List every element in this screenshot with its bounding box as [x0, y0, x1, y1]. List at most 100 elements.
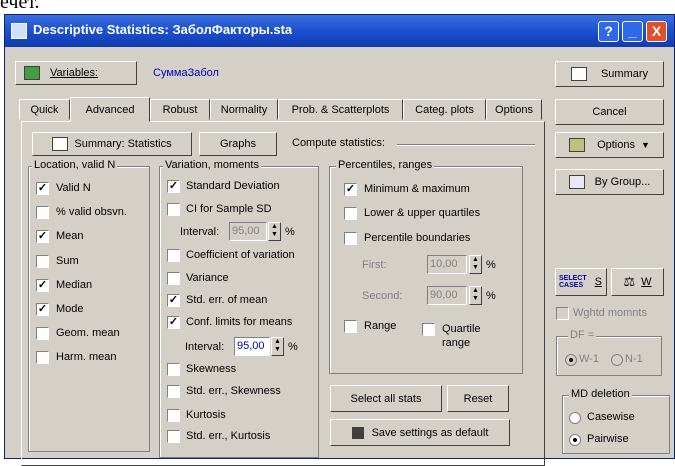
title-bar[interactable]: Descriptive Statistics: ЗаболФакторы.sta…	[5, 15, 674, 47]
interval2-spinner[interactable]: ▲ ▼	[271, 337, 284, 356]
df-w1-radio[interactable]	[565, 354, 577, 366]
first-spinner[interactable]: ▲ ▼	[469, 255, 482, 274]
advanced-tab-panel: Summary: Statistics Graphs Compute stati…	[21, 121, 545, 466]
df-n1-label: N-1	[625, 353, 643, 365]
std-err-mean-label: Std. err. of mean	[186, 294, 268, 306]
graphs-button[interactable]: Graphs	[199, 132, 277, 156]
variance-label: Variance	[186, 272, 229, 284]
variation-group-title: Variation, moments	[163, 159, 261, 171]
std-err-kurt-checkbox[interactable]	[167, 430, 180, 443]
sum-label: Sum	[56, 255, 79, 267]
tab-normality[interactable]: Normality	[210, 99, 278, 120]
pairwise-label: Pairwise	[587, 433, 629, 445]
interval2-field[interactable]: 95,00	[234, 337, 270, 356]
summary-label: Summary	[600, 68, 649, 80]
sum-checkbox[interactable]	[36, 255, 49, 268]
window-title: Descriptive Statistics: ЗаболФакторы.sta	[33, 22, 293, 37]
variables-button-label: Variables:	[50, 67, 99, 79]
weight-button[interactable]: ⚖ W	[611, 268, 664, 296]
app-icon	[11, 23, 27, 39]
summary-statistics-button[interactable]: Summary: Statistics	[32, 132, 192, 156]
close-button[interactable]: X	[646, 21, 667, 42]
options-button[interactable]: Options ▼	[555, 132, 664, 158]
second-percent: %	[486, 290, 496, 302]
second-field[interactable]: 90,00	[427, 286, 467, 305]
median-checkbox[interactable]: ✓	[36, 279, 49, 292]
weighted-moments-label: Wghtd momnts	[573, 307, 647, 319]
tab-prob-scatterplots[interactable]: Prob. & Scatterplots	[278, 99, 403, 120]
options-label: Options	[597, 139, 635, 151]
first-field[interactable]: 10,00	[427, 255, 467, 274]
select-all-stats-button[interactable]: Select all stats	[330, 385, 442, 412]
minimize-button[interactable]: _	[622, 21, 643, 42]
by-group-label: By Group...	[594, 176, 651, 188]
variables-icon	[24, 66, 40, 80]
weight-w-label: W	[641, 276, 652, 288]
options-icon	[569, 138, 586, 152]
summary-statistics-label: Summary: Statistics	[74, 138, 172, 150]
tab-robust[interactable]: Robust	[150, 99, 210, 120]
std-err-skew-checkbox[interactable]	[167, 385, 180, 398]
quartiles-checkbox[interactable]	[344, 207, 357, 220]
std-err-kurt-label: Std. err., Kurtosis	[186, 430, 271, 442]
cancel-button[interactable]: Cancel	[555, 99, 664, 125]
valid-n-checkbox[interactable]: ✓	[36, 182, 49, 195]
mean-checkbox[interactable]: ✓	[36, 230, 49, 243]
minmax-label: Minimum & maximum	[364, 183, 470, 195]
percentile-boundaries-label: Percentile boundaries	[364, 232, 471, 244]
std-err-mean-checkbox[interactable]: ✓	[167, 294, 180, 307]
interval2-percent: %	[288, 341, 298, 353]
by-group-button[interactable]: By Group...	[555, 169, 664, 195]
tab-options[interactable]: Options	[486, 99, 542, 120]
range-label: Range	[364, 320, 397, 332]
compute-statistics-label: Compute statistics:	[292, 137, 385, 149]
save-settings-button[interactable]: Save settings as default	[330, 419, 510, 446]
percentile-boundaries-checkbox[interactable]	[344, 232, 357, 245]
pct-valid-label: % valid obsvn.	[56, 206, 127, 218]
coef-var-label: Coefficient of variation	[186, 249, 295, 261]
quartile-range-checkbox[interactable]	[422, 323, 435, 336]
geom-mean-checkbox[interactable]	[36, 327, 49, 340]
summary-button[interactable]: Summary	[555, 61, 664, 87]
skewness-checkbox[interactable]	[167, 363, 180, 376]
select-cases-text-1: SELECT	[559, 275, 587, 282]
quartiles-label: Lower & upper quartiles	[364, 207, 481, 219]
std-dev-checkbox[interactable]: ✓	[167, 180, 180, 193]
kurtosis-label: Kurtosis	[186, 409, 226, 421]
by-group-icon	[568, 175, 585, 189]
casewise-radio[interactable]	[569, 412, 581, 424]
tab-advanced[interactable]: Advanced	[70, 97, 150, 122]
tab-categ-plots[interactable]: Categ. plots	[403, 99, 486, 120]
interval1-field[interactable]: 95,00	[229, 222, 267, 241]
pct-valid-checkbox[interactable]	[36, 206, 49, 219]
md-deletion-title: MD deletion	[569, 388, 632, 400]
ci-sd-label: CI for Sample SD	[186, 203, 272, 215]
help-button[interactable]: ?	[598, 21, 619, 42]
second-spinner[interactable]: ▲ ▼	[469, 286, 482, 305]
weighted-moments-checkbox[interactable]	[556, 307, 569, 320]
select-cases-button[interactable]: SELECT CASES S	[555, 268, 607, 296]
harm-mean-checkbox[interactable]	[36, 351, 49, 364]
range-checkbox[interactable]	[344, 320, 357, 333]
interval1-label: Interval:	[180, 226, 220, 238]
std-dev-label: Standard Deviation	[186, 180, 280, 192]
minmax-checkbox[interactable]: ✓	[344, 183, 357, 196]
location-group-title: Location, valid N	[32, 159, 118, 171]
percentiles-group-title: Percentiles, ranges	[336, 159, 435, 171]
ci-sd-checkbox[interactable]	[167, 203, 180, 216]
quartile-range-label-2: range	[442, 337, 471, 349]
variance-checkbox[interactable]	[167, 272, 180, 285]
first-percent: %	[486, 259, 496, 271]
std-err-skew-label: Std. err., Skewness	[186, 385, 281, 397]
reset-button[interactable]: Reset	[447, 385, 509, 412]
interval1-spinner[interactable]: ▲ ▼	[268, 222, 281, 241]
df-n1-radio[interactable]	[611, 354, 623, 366]
tab-quick[interactable]: Quick	[19, 99, 70, 120]
pairwise-radio[interactable]	[569, 434, 581, 446]
variables-button[interactable]: Variables:	[15, 61, 137, 85]
conf-limits-checkbox[interactable]: ✓	[167, 316, 180, 329]
coef-var-checkbox[interactable]	[167, 249, 180, 262]
mode-checkbox[interactable]: ✓	[36, 303, 49, 316]
kurtosis-checkbox[interactable]	[167, 409, 180, 422]
median-label: Median	[56, 279, 93, 291]
